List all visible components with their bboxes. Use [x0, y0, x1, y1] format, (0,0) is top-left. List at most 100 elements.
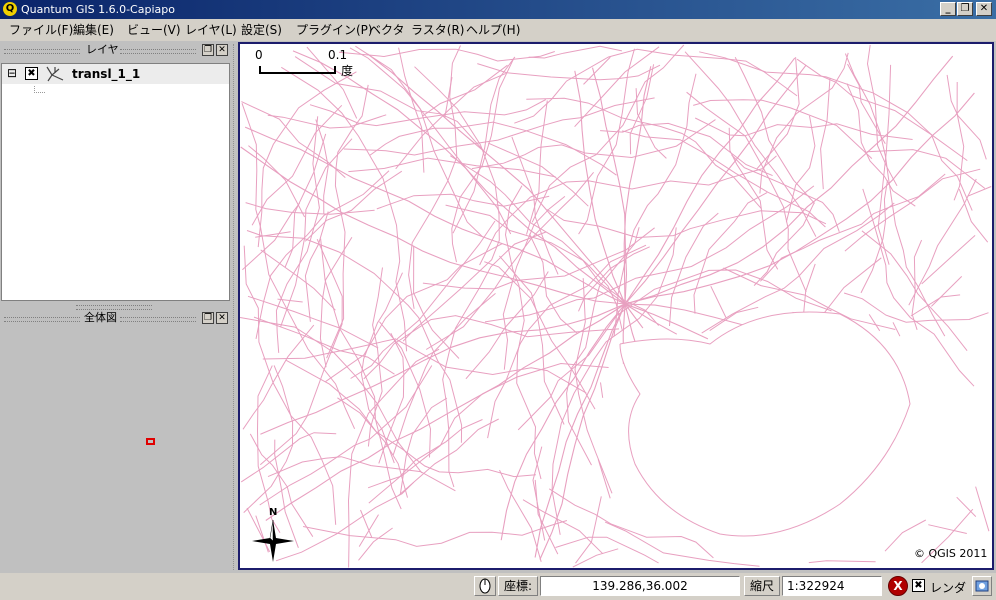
road-lines — [240, 44, 992, 568]
dock-close-icon[interactable]: ✕ — [216, 312, 228, 324]
road-line — [379, 321, 432, 458]
road-line — [958, 189, 989, 243]
menu-plugins[interactable]: プラグイン(P) — [296, 22, 373, 38]
dock-splitter[interactable] — [233, 44, 236, 570]
road-line — [243, 365, 294, 513]
layers-dock-title: レイヤ — [84, 43, 121, 57]
menu-help[interactable]: ヘルプ(H) — [466, 22, 520, 38]
overview-extent-rectangle — [146, 438, 155, 445]
road-line — [597, 459, 611, 499]
splitter-grip[interactable] — [76, 305, 152, 310]
overview-dock-titlebar[interactable]: 全体図 ❐ ✕ — [0, 311, 232, 325]
dock-grip-right — [120, 317, 196, 322]
road-line — [245, 202, 375, 215]
road-line — [956, 496, 977, 517]
road-line — [348, 157, 556, 178]
road-line — [574, 70, 626, 305]
road-line — [931, 276, 963, 307]
road-line — [445, 204, 660, 326]
north-label: N — [269, 507, 278, 518]
layers-dock-titlebar[interactable]: レイヤ ❐ ✕ — [0, 43, 232, 57]
road-line — [785, 115, 816, 223]
road-line — [347, 348, 440, 568]
scale-bar-line — [259, 66, 336, 74]
road-line — [408, 45, 461, 309]
overview-dock-title: 全体図 — [82, 311, 119, 325]
copyright-label: © QGIS 2011 — [914, 547, 988, 560]
dock-grip-right — [120, 49, 196, 54]
menu-settings[interactable]: 設定(S) — [241, 22, 282, 38]
road-line — [921, 235, 976, 285]
road-line — [280, 138, 353, 328]
road-line — [728, 127, 779, 270]
road-line — [343, 97, 655, 156]
close-button[interactable]: ✕ — [976, 2, 992, 16]
road-line — [694, 117, 913, 140]
road-line — [693, 192, 768, 314]
menu-view[interactable]: ビュー(V) — [127, 22, 181, 38]
road-line — [320, 238, 402, 510]
menu-layer[interactable]: レイヤ(L) — [185, 22, 237, 38]
road-line — [624, 303, 678, 335]
restore-button[interactable]: ❐ — [957, 2, 973, 16]
status-bar: 座標: 139.286,36.002 縮尺 1:322924 X ✖ レンダ — [0, 573, 996, 600]
menu-raster[interactable]: ラスタ(R) — [411, 22, 464, 38]
road-line — [967, 186, 992, 197]
stop-render-icon[interactable]: X — [888, 576, 908, 596]
road-line — [534, 479, 559, 555]
menu-vector[interactable]: ベクタ — [369, 22, 405, 38]
road-line — [928, 524, 967, 534]
render-checkbox[interactable]: ✖ — [912, 579, 925, 592]
road-line — [265, 303, 626, 521]
layer-item[interactable]: ⊟ ✖ transl_1_1 — [2, 64, 229, 84]
road-line — [275, 481, 415, 562]
coordinate-toggle-button[interactable] — [474, 576, 496, 596]
line-layer-icon — [46, 66, 64, 82]
menu-edit[interactable]: 編集(E) — [73, 22, 114, 38]
road-line — [528, 45, 623, 59]
north-arrow-icon — [252, 519, 294, 562]
road-line — [243, 245, 337, 525]
road-line — [363, 315, 620, 380]
projection-button[interactable] — [972, 576, 992, 596]
road-line — [355, 45, 483, 238]
scale-bar-left-label: 0 — [255, 48, 263, 62]
dock-float-icon[interactable]: ❐ — [202, 44, 214, 56]
road-line — [257, 71, 357, 248]
road-line — [422, 227, 655, 290]
scale-label: 縮尺 — [744, 576, 780, 596]
dock-grip-left — [4, 49, 80, 54]
road-line — [975, 486, 990, 532]
overview-panel[interactable] — [0, 327, 234, 571]
road-network — [240, 44, 992, 568]
layers-panel[interactable]: ⊟ ✖ transl_1_1 — [1, 63, 230, 301]
road-line — [304, 170, 403, 242]
road-line — [376, 193, 550, 210]
road-line — [267, 456, 456, 492]
dock-float-icon[interactable]: ❐ — [202, 312, 214, 324]
minimize-button[interactable]: _ — [940, 2, 956, 16]
layer-name: transl_1_1 — [72, 67, 141, 81]
road-line — [526, 97, 762, 210]
menu-file[interactable]: ファイル(F) — [9, 22, 73, 38]
road-line — [303, 520, 568, 547]
map-canvas[interactable]: 0 0.1 度 N © QGIS 2011 — [238, 42, 994, 570]
road-line — [465, 271, 549, 380]
road-line — [350, 220, 496, 379]
title-bar: Q Quantum GIS 1.6.0-Capiapo _ ❐ ✕ — [0, 0, 996, 19]
road-line — [358, 514, 379, 547]
dock-close-icon[interactable]: ✕ — [216, 44, 228, 56]
road-line — [808, 560, 876, 564]
menu-bar: ファイル(F) 編集(E) ビュー(V) レイヤ(L) 設定(S) プラグイン(… — [0, 19, 996, 41]
layer-visibility-checkbox[interactable]: ✖ — [25, 67, 38, 80]
road-line — [578, 48, 635, 235]
scale-field[interactable]: 1:322924 — [782, 576, 882, 596]
coordinate-field[interactable]: 139.286,36.002 — [540, 576, 740, 596]
expand-collapse-icon[interactable]: ⊟ — [7, 67, 17, 79]
road-line — [710, 285, 727, 318]
road-line — [240, 146, 626, 305]
road-line — [624, 92, 975, 305]
road-line — [514, 48, 798, 124]
road-line — [425, 171, 594, 350]
road-line — [623, 66, 652, 305]
